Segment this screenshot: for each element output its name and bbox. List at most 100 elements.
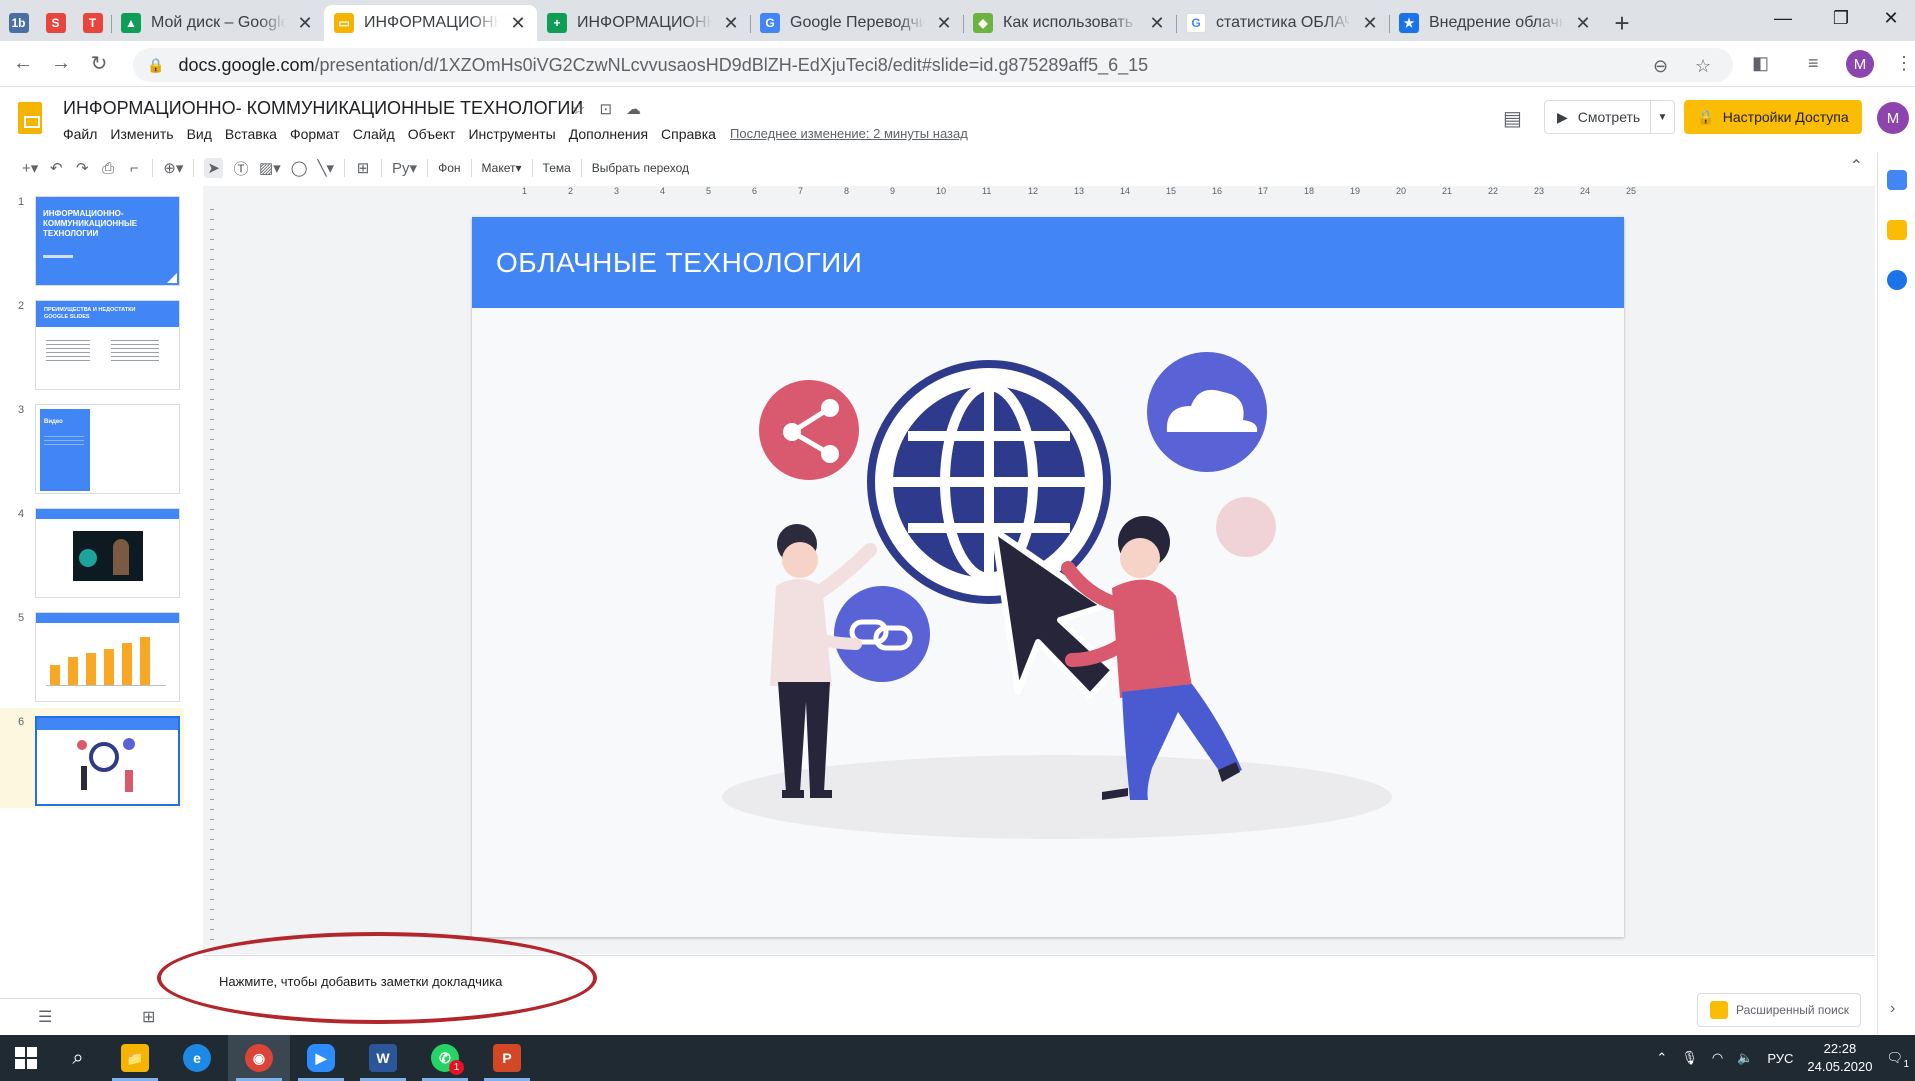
- browser-menu-icon[interactable]: ⋮: [1895, 53, 1913, 74]
- close-tab-icon[interactable]: ✕: [722, 13, 740, 34]
- speaker-notes-placeholder[interactable]: Нажмите, чтобы добавить заметки докладчи…: [219, 974, 502, 989]
- close-tab-icon[interactable]: ✕: [935, 13, 953, 34]
- menu-item[interactable]: Объект: [408, 126, 464, 142]
- menu-item[interactable]: Инструменты: [468, 126, 563, 142]
- notification-center-icon[interactable]: 🗨 1: [1886, 1050, 1909, 1070]
- close-tab-icon[interactable]: ✕: [1361, 13, 1379, 34]
- slide-thumbnail[interactable]: ПРЕИМУЩЕСТВА И НЕДОСТАТКИ GOOGLE SLIDES: [35, 300, 180, 390]
- start-button[interactable]: [0, 1035, 52, 1081]
- browser-tab-active[interactable]: ▭ ИНФОРМАЦИОНН ✕: [324, 5, 537, 41]
- browser-tab[interactable]: ▲ Мой диск – Google ✕: [111, 5, 324, 41]
- layout-button[interactable]: Макет▾: [482, 161, 522, 175]
- menu-item[interactable]: Вставка: [225, 126, 285, 142]
- taskbar-app-chrome[interactable]: ◉: [228, 1035, 290, 1081]
- bookmark-star-icon[interactable]: ☆: [1695, 56, 1711, 77]
- reload-icon[interactable]: ↻: [80, 51, 118, 76]
- input-language[interactable]: РУС: [1767, 1051, 1793, 1066]
- browser-tab[interactable]: + ИНФОРМАЦИОНН ✕: [537, 5, 750, 41]
- undo-icon[interactable]: ↶: [48, 159, 64, 177]
- slides-logo-icon[interactable]: [18, 102, 42, 134]
- slide-thumbnail-row[interactable]: 2 ПРЕИМУЩЕСТВА И НЕДОСТАТКИ GOOGLE SLIDE…: [0, 292, 184, 392]
- volume-icon[interactable]: 🔈: [1737, 1050, 1753, 1066]
- zoom-icon[interactable]: ⊖: [1653, 56, 1668, 77]
- extension-icon[interactable]: ◧: [1752, 53, 1769, 74]
- cloud-saved-icon[interactable]: ☁: [626, 100, 641, 118]
- menu-item[interactable]: Файл: [63, 126, 105, 142]
- menu-item[interactable]: Справка: [661, 126, 724, 142]
- collapse-toolbar-icon[interactable]: ⌃: [1850, 156, 1863, 176]
- star-icon[interactable]: ☆: [572, 100, 585, 118]
- address-bar[interactable]: 🔒 docs.google.com/presentation/d/1XZOmHs…: [133, 48, 1733, 82]
- close-tab-icon[interactable]: ✕: [1574, 13, 1592, 34]
- browser-tab[interactable]: G Google Переводчик ✕: [750, 5, 963, 41]
- slide-thumbnail-row[interactable]: 5: [0, 604, 184, 704]
- taskbar-app-powerpoint[interactable]: P: [476, 1035, 538, 1081]
- close-tab-icon[interactable]: ✕: [509, 13, 527, 34]
- present-dropdown-icon[interactable]: ▼: [1650, 101, 1674, 133]
- slide-page[interactable]: ОБЛАЧНЫЕ ТЕХНОЛОГИИ: [472, 217, 1624, 937]
- pinned-tab[interactable]: S: [37, 5, 74, 41]
- expand-panel-icon[interactable]: ›: [1890, 1000, 1895, 1018]
- system-clock[interactable]: 22:28 24.05.2020: [1807, 1040, 1872, 1076]
- slide-thumbnail-row[interactable]: 1 ИНФОРМАЦИОННО-КОММУНИКАЦИОННЫЕ ТЕХНОЛО…: [0, 188, 184, 288]
- slide-thumbnail[interactable]: Видео: [35, 404, 180, 494]
- paint-format-icon[interactable]: ⌐: [126, 160, 142, 177]
- slide-thumbnail-row[interactable]: 3 Видео: [0, 396, 184, 496]
- media-control-icon[interactable]: ≡: [1808, 53, 1819, 74]
- forward-arrow-icon[interactable]: →: [42, 52, 80, 75]
- present-button[interactable]: ▶ Смотреть ▼: [1544, 100, 1675, 134]
- background-button[interactable]: Фон: [438, 161, 460, 175]
- slide-thumbnail-row[interactable]: 4: [0, 500, 184, 600]
- close-window-icon[interactable]: ✕: [1862, 0, 1915, 36]
- input-tools-icon[interactable]: Py▾: [392, 159, 417, 177]
- wifi-icon[interactable]: ◠: [1712, 1050, 1723, 1066]
- tasks-icon[interactable]: [1887, 270, 1907, 290]
- taskbar-app-word[interactable]: W: [352, 1035, 414, 1081]
- taskbar-app-zoom[interactable]: ▶: [290, 1035, 352, 1081]
- share-button[interactable]: 🔒 Настройки Доступа: [1684, 100, 1862, 134]
- minimize-icon[interactable]: —: [1754, 0, 1812, 36]
- browser-tab[interactable]: ★ Внедрение облачн ✕: [1389, 5, 1602, 41]
- explore-button[interactable]: Расширенный поиск: [1697, 993, 1861, 1027]
- text-box-icon[interactable]: Ⓣ: [233, 158, 249, 179]
- account-avatar[interactable]: M: [1877, 102, 1909, 134]
- close-tab-icon[interactable]: ✕: [296, 13, 314, 34]
- microphone-icon[interactable]: 🎙: [1681, 1050, 1698, 1066]
- line-icon[interactable]: ╲▾: [317, 159, 334, 177]
- image-icon[interactable]: ▨▾: [259, 159, 281, 177]
- cloud-tech-illustration[interactable]: [712, 352, 1392, 882]
- list-view-icon[interactable]: ☰: [38, 1007, 52, 1027]
- browser-tab[interactable]: ◆ Как использовать С ✕: [963, 5, 1176, 41]
- taskbar-app-edge[interactable]: e: [166, 1035, 228, 1081]
- taskbar-app-file-explorer[interactable]: 📁: [104, 1035, 166, 1081]
- shape-icon[interactable]: ◯: [291, 159, 308, 177]
- show-hidden-icons-icon[interactable]: ⌃: [1656, 1050, 1667, 1066]
- taskbar-app-whatsapp[interactable]: ✆ 1: [414, 1035, 476, 1081]
- move-folder-icon[interactable]: ⊡: [599, 100, 612, 118]
- slide-thumbnail[interactable]: ИНФОРМАЦИОННО-КОММУНИКАЦИОННЫЕ ТЕХНОЛОГИ…: [35, 196, 180, 286]
- calendar-icon[interactable]: [1887, 170, 1907, 190]
- pinned-tab[interactable]: 1b: [0, 5, 37, 41]
- close-tab-icon[interactable]: ✕: [1148, 13, 1166, 34]
- menu-item[interactable]: Слайд: [353, 126, 403, 142]
- search-button[interactable]: ⌕: [52, 1035, 104, 1081]
- comments-icon[interactable]: ▤: [1503, 106, 1522, 131]
- print-icon[interactable]: ⎙: [100, 160, 116, 177]
- speaker-notes-panel[interactable]: Нажмите, чтобы добавить заметки докладчи…: [203, 955, 1875, 1035]
- pinned-tab[interactable]: T: [74, 5, 111, 41]
- zoom-icon[interactable]: ⊕▾: [163, 159, 183, 177]
- slide-thumbnail[interactable]: [35, 716, 180, 806]
- keep-icon[interactable]: [1887, 220, 1907, 240]
- menu-item[interactable]: Изменить: [110, 126, 181, 142]
- slide-thumbnail-row-selected[interactable]: 6: [0, 708, 184, 808]
- browser-tab[interactable]: Gстатистика ОБЛАЧН ✕: [1176, 5, 1389, 41]
- document-title[interactable]: ИНФОРМАЦИОННО- КОММУНИКАЦИОННЫЕ ТЕХНОЛОГ…: [63, 98, 583, 119]
- back-arrow-icon[interactable]: ←: [4, 52, 42, 75]
- menu-item[interactable]: Формат: [290, 126, 348, 142]
- last-edit-link[interactable]: Последнее изменение: 2 минуты назад: [730, 126, 968, 141]
- grid-view-icon[interactable]: ⊞: [142, 1007, 155, 1027]
- redo-icon[interactable]: ↷: [74, 159, 90, 177]
- slide-thumbnail[interactable]: [35, 612, 180, 702]
- transition-button[interactable]: Выбрать переход: [592, 161, 689, 175]
- profile-avatar[interactable]: M: [1846, 50, 1874, 78]
